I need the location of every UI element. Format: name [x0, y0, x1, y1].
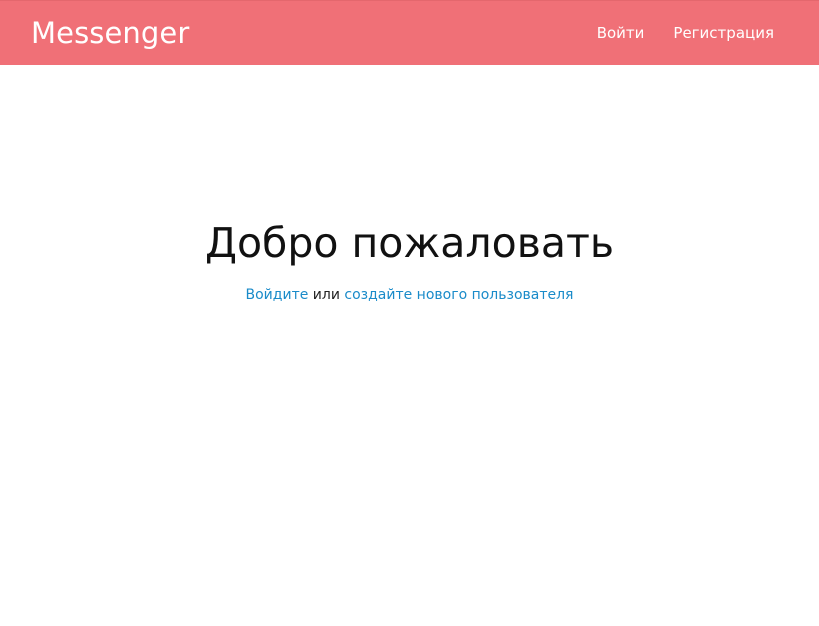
- login-link[interactable]: Войдите: [246, 287, 309, 303]
- brand-logo-link[interactable]: Messenger: [31, 16, 189, 50]
- register-link[interactable]: создайте нового пользователя: [344, 287, 573, 303]
- welcome-subtitle: Войдите или создайте нового пользователя: [0, 284, 819, 306]
- connector-text: или: [308, 287, 345, 303]
- nav-register-link[interactable]: Регистрация: [673, 24, 774, 42]
- page-title: Добро пожаловать: [204, 219, 615, 267]
- nav-login-link[interactable]: Войти: [597, 24, 645, 42]
- welcome-hero: Добро пожаловать Войдите или создайте но…: [0, 212, 819, 306]
- top-navbar: Messenger Войти Регистрация: [0, 0, 819, 65]
- nav-links: Войти Регистрация: [568, 24, 774, 42]
